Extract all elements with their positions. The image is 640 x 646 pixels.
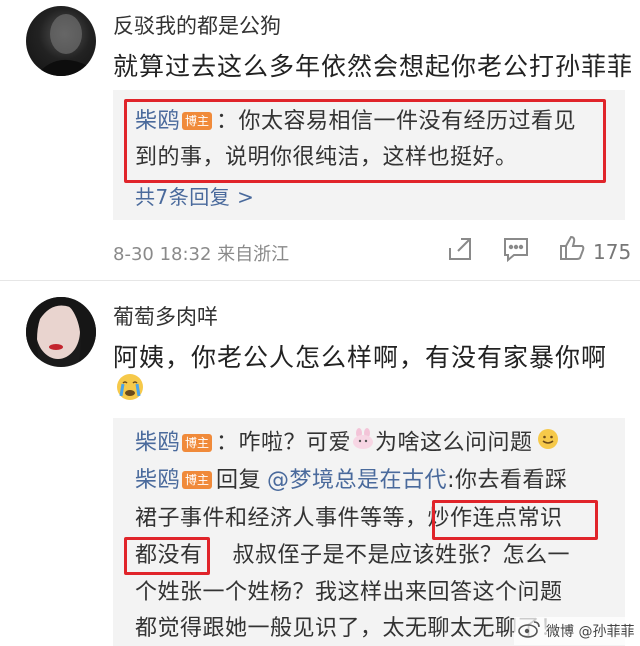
comment-text: 阿姨，你老公人怎么样啊，有没有家暴你啊 xyxy=(113,343,608,372)
reply-text: 裙子事件和经济人事件等等， xyxy=(135,506,428,531)
mention-link[interactable]: @梦境总是在古代 xyxy=(267,468,447,493)
smile-emoji-icon xyxy=(537,428,559,459)
avatar-image xyxy=(26,297,96,367)
highlight-box xyxy=(124,99,606,183)
like-count: 175 xyxy=(593,240,632,264)
view-replies-link[interactable]: 共7条回复 > xyxy=(135,182,254,212)
reply-2-line-1: 柴鸥 博主 回复 @梦境总是在古代:你去看看踩 xyxy=(135,466,567,496)
reply-2-line-4: 个姓张一个姓杨？我这样出来回答这个问题 xyxy=(135,580,563,605)
avatar-image xyxy=(36,14,96,76)
highlight-box xyxy=(124,537,210,575)
like-icon[interactable] xyxy=(558,234,586,266)
highlight-box xyxy=(432,500,598,540)
divider xyxy=(0,280,640,281)
blogger-badge: 博主 xyxy=(182,433,213,452)
weibo-logo-icon xyxy=(518,619,542,643)
reply-text: :你去看看踩 xyxy=(447,468,568,493)
reply-author[interactable]: 柴鸥 xyxy=(135,468,180,493)
bunny-emoji-icon xyxy=(351,428,375,459)
username[interactable]: 反驳我的都是公狗 xyxy=(113,10,281,40)
crying-emoji-icon xyxy=(115,372,145,406)
watermark: 微博 @孙菲菲 xyxy=(514,617,639,645)
blogger-badge: 博主 xyxy=(182,471,213,489)
reply-1: 柴鸥 博主 ：咋啦？可爱 为啥这么问问题 xyxy=(135,428,559,459)
timestamp-location: 8-30 18:32 来自浙江 xyxy=(113,244,290,265)
reply-author[interactable]: 柴鸥 xyxy=(135,431,180,456)
reply-2-line-5: 都觉得跟她一般见识了，太无聊太无聊了！ xyxy=(135,616,563,641)
reply-text: ：咋啦？可爱 xyxy=(216,430,352,456)
watermark-text: 微博 @孙菲菲 xyxy=(546,624,635,640)
reply-text: 叔叔侄子是不是应该姓张？怎么一 xyxy=(232,543,571,568)
username[interactable]: 葡萄多肉咩 xyxy=(113,301,218,331)
comment-icon[interactable] xyxy=(502,236,530,266)
avatar[interactable] xyxy=(26,6,96,76)
comment-text: 就算过去这么多年依然会想起你老公打孙菲菲 xyxy=(113,52,634,81)
reply-prefix: 回复 xyxy=(216,468,262,493)
avatar[interactable] xyxy=(26,297,96,367)
share-icon[interactable] xyxy=(447,236,473,266)
reply-text: 为啥这么问问题 xyxy=(375,430,533,456)
